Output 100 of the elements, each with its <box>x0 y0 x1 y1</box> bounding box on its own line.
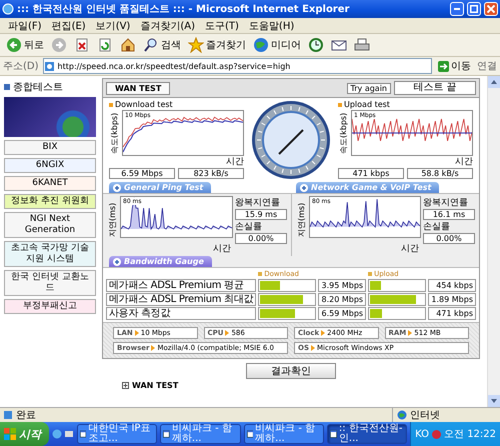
speed-value: 471 kbps <box>338 168 404 179</box>
axis-label: 지연(ms) <box>296 202 307 240</box>
axis-label: 시간 <box>226 157 244 167</box>
menu-item[interactable]: 도움말(H) <box>244 18 298 32</box>
close-icon <box>487 5 495 13</box>
home-icon <box>120 37 136 53</box>
result-button[interactable]: 결과확인 <box>246 363 336 379</box>
history-button[interactable] <box>306 36 326 54</box>
search-button[interactable]: 검색 <box>141 36 183 54</box>
scrollbar[interactable] <box>487 76 500 407</box>
status-text: 완료 <box>16 409 36 422</box>
axis-label: 시간 <box>455 157 473 167</box>
down-arrow-icon <box>491 399 497 403</box>
status-field: 테스트 끝 <box>394 81 476 95</box>
favorites-button[interactable]: 즐겨찾기 <box>186 36 248 54</box>
axis-label: 지연(ms) <box>107 202 118 240</box>
triangle-icon <box>134 330 139 336</box>
minimize-button[interactable] <box>450 2 464 16</box>
globe-icon <box>253 37 269 53</box>
row-label: 사용자 측정값 <box>106 307 256 320</box>
maximize-button[interactable] <box>467 2 481 16</box>
bullet-icon <box>368 272 372 276</box>
row-label: 메가패스 ADSL Premium 최대값 <box>106 293 256 306</box>
window-icon <box>246 429 254 439</box>
rtt-label: 왕복지연률 <box>423 197 469 209</box>
graph-title: Upload test <box>344 100 390 109</box>
menu-item[interactable]: 도구(T) <box>201 18 243 32</box>
media-button[interactable]: 미디어 <box>251 36 303 54</box>
loss-label: 손실률 <box>235 221 263 233</box>
star-icon <box>188 37 204 53</box>
section-heading: WAN TEST <box>132 381 178 390</box>
menu-item[interactable]: 즐겨찾기(A) <box>136 18 199 32</box>
axis-label: 시간 <box>213 244 231 254</box>
globe-icon <box>397 410 407 420</box>
back-button[interactable]: 뒤로 <box>4 36 46 54</box>
clock-text: 오전 12:22 <box>444 428 496 441</box>
triangle-icon <box>321 330 326 336</box>
rtt-label: 왕복지연률 <box>235 197 281 209</box>
printer-icon <box>354 37 370 53</box>
minimize-icon <box>454 8 460 10</box>
banner-picture[interactable] <box>4 97 96 137</box>
clock-icon <box>308 37 324 53</box>
triangle-icon <box>151 345 156 351</box>
taskbar-button[interactable]: 비씨파크 - 함께하... <box>160 424 241 444</box>
bullet-icon <box>258 272 262 276</box>
triangle-icon <box>408 330 412 336</box>
window-icon <box>330 429 337 439</box>
speed-value: 454 kbps <box>428 279 476 292</box>
square-bullet-icon <box>4 84 10 90</box>
window-title: ::: 한국전산원 인터넷 품질테스트 ::: - Microsoft Internet Explorer <box>17 3 350 16</box>
taskbar-button[interactable]: 대한민국 IP표 조고... <box>77 424 158 444</box>
banner-link[interactable]: 정보화 추진 위원회 <box>4 194 96 209</box>
address-label: 주소(D) <box>3 60 39 73</box>
go-arrow-icon <box>438 60 449 72</box>
banner-link[interactable]: BIX <box>4 140 96 155</box>
window-icon <box>163 429 170 439</box>
go-button[interactable]: 이동 <box>436 59 473 73</box>
desktop-icon[interactable] <box>64 429 74 439</box>
banner-link[interactable]: NGI Next Generation <box>4 212 96 238</box>
taskbar-button[interactable]: 비씨파크 - 함께하... <box>244 424 324 444</box>
row-label: 메가패스 ADSL Premium 평균 <box>106 279 256 292</box>
close-button[interactable] <box>484 2 498 16</box>
banner-link[interactable]: 6KANET <box>4 176 96 191</box>
speed-value: 1.89 Mbps <box>428 293 476 306</box>
links-label[interactable]: 연결 <box>477 59 497 73</box>
sidebar-heading: 종합테스트 <box>13 81 63 94</box>
speed-value: 3.95 Mbps <box>318 279 366 292</box>
wan-test-tab[interactable]: WAN TEST <box>106 82 170 94</box>
speed-value: 823 kB/s <box>178 168 244 179</box>
speed-value: 6.59 Mbps <box>109 168 175 179</box>
menu-item[interactable]: 보기(V) <box>92 18 134 32</box>
speed-value: 6.59 Mbps <box>318 307 366 320</box>
address-field[interactable]: http://speed.nca.or.kr/speedtest/default.asp?service=high <box>42 58 432 74</box>
banner-link[interactable]: 한국 인터넷 교환노드 <box>4 270 96 296</box>
taskbar-button[interactable]: :: 한국전산원-인... <box>326 424 408 444</box>
graph-title: Download test <box>115 100 173 109</box>
window-icon <box>80 429 86 439</box>
windows-logo-icon <box>4 428 16 440</box>
loss-value: 0.00% <box>423 233 475 244</box>
bullet-icon <box>338 102 342 106</box>
browser-icon[interactable] <box>52 429 62 439</box>
search-icon <box>143 37 159 53</box>
speed-value: 58.8 kB/s <box>407 168 473 179</box>
banner-link[interactable]: 부정부패신고 <box>4 299 96 314</box>
banner-link[interactable]: 6NGIX <box>4 158 96 173</box>
page-icon <box>44 60 55 72</box>
banner-link[interactable]: 초고속 국가망 기술지원 시스템 <box>4 241 96 267</box>
stop-icon <box>74 37 90 53</box>
menu-item[interactable]: 편집(E) <box>48 18 90 32</box>
browser-icon <box>2 3 14 15</box>
page-icon <box>3 410 13 420</box>
triangle-icon <box>225 330 230 336</box>
menu-item[interactable]: 파일(F) <box>4 18 46 32</box>
triangle-icon <box>311 345 315 351</box>
plus-box-icon <box>122 382 129 389</box>
loss-value: 0.00% <box>235 233 287 244</box>
speed-value: 8.20 Mbps <box>318 293 366 306</box>
try-again-button[interactable]: Try again <box>346 82 391 94</box>
rtt-value: 15.9 ms <box>235 209 287 220</box>
up-arrow-icon <box>491 80 497 84</box>
